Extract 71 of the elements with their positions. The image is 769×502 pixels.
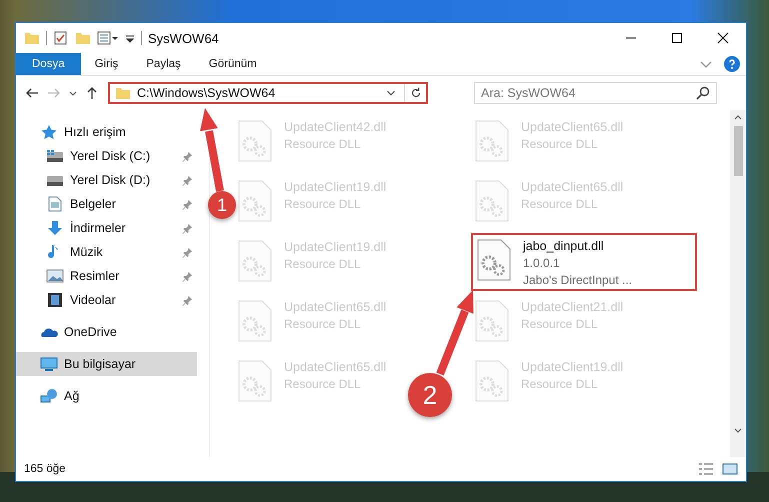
scrollbar-thumb[interactable] [734,126,742,176]
sidebar-item[interactable]: İndirmeler [16,216,197,240]
sidebar-label: Müzik [70,245,104,259]
sidebar-label: Yerel Disk (C:) [70,149,152,163]
file-item[interactable]: jabo_dinput.dll 1.0.0.1 Jabo's DirectInput ... [471,233,697,291]
star-icon [40,124,58,140]
sidebar-label: OneDrive [64,325,118,339]
vertical-scrollbar[interactable] [730,110,746,457]
ribbon-tab[interactable]: Paylaş [132,53,195,75]
sidebar-label: Bu bilgisayar [64,357,137,371]
file-detail: 1.0.0.1 [523,256,561,270]
close-icon [717,32,729,44]
picture-icon [46,268,64,284]
maximize-icon [671,32,683,44]
sidebar-item[interactable]: Ağ [16,384,197,408]
sidebar-item[interactable]: Yerel Disk (D:) [16,168,197,192]
dll-file-icon [238,120,272,162]
pin-icon[interactable] [182,294,193,306]
file-detail: Jabo's DirectInput ... [523,273,632,287]
ribbon-tab[interactable]: Dosya [16,53,81,75]
minimize-icon [625,37,637,39]
dll-file-icon [475,180,509,222]
address-bar[interactable]: C:\Windows\SysWOW64 [108,82,428,104]
sidebar-item[interactable]: Resimler [16,264,197,288]
sidebar-label: Videolar [70,293,117,307]
folder-icon [115,85,131,101]
sidebar-item[interactable]: Belgeler [16,192,197,216]
dll-file-icon [238,180,272,222]
details-view-icon[interactable] [698,461,714,477]
drive-windows-icon [46,148,64,164]
sidebar-label: Resimler [70,269,120,283]
pin-icon[interactable] [182,270,193,282]
sidebar-item[interactable]: Müzik [16,240,197,264]
pin-icon[interactable] [182,246,193,258]
address-path: C:\Windows\SysWOW64 [137,86,276,100]
sidebar-item[interactable]: OneDrive [16,320,197,344]
document-icon [46,196,64,212]
sidebar-item[interactable]: Videolar [16,288,197,312]
help-icon[interactable] [724,56,740,72]
search-field[interactable]: Ara: SysWOW64 [474,82,717,104]
sidebar-label: Yerel Disk (D:) [70,173,152,187]
view-options-icon[interactable] [97,30,119,46]
pin-icon[interactable] [182,198,193,210]
ribbon-tab[interactable]: Görünüm [194,53,271,75]
sidebar-label: Ağ [64,389,80,403]
sidebar-item[interactable]: Bu bilgisayar [16,352,197,376]
dll-file-icon [238,240,272,282]
pin-icon[interactable] [182,222,193,234]
properties-icon[interactable] [53,30,69,46]
network-icon [40,388,58,404]
item-count: 165 öğe [24,463,66,475]
sidebar-item[interactable]: Yerel Disk (C:) [16,144,197,168]
sidebar-label: Belgeler [70,197,117,211]
sidebar-item[interactable]: Hızlı erişim [16,120,197,144]
computer-icon [40,356,58,372]
video-icon [46,292,64,308]
ribbon-tab[interactable]: Giriş [80,53,132,75]
pin-icon[interactable] [182,174,193,186]
window-title: SysWOW64 [148,30,219,46]
large-icons-view-icon[interactable] [722,461,738,477]
sidebar-label: İndirmeler [70,221,127,235]
dll-file-icon [475,360,509,402]
sidebar-label: Hızlı erişim [64,125,127,139]
dll-file-icon [238,360,272,402]
download-icon [46,220,64,236]
pin-icon[interactable] [182,150,193,162]
dll-file-icon [477,239,511,281]
dll-file-icon [475,120,509,162]
dll-file-icon [475,300,509,342]
file-name: jabo_dinput.dll [523,239,605,253]
dll-file-icon [238,300,272,342]
